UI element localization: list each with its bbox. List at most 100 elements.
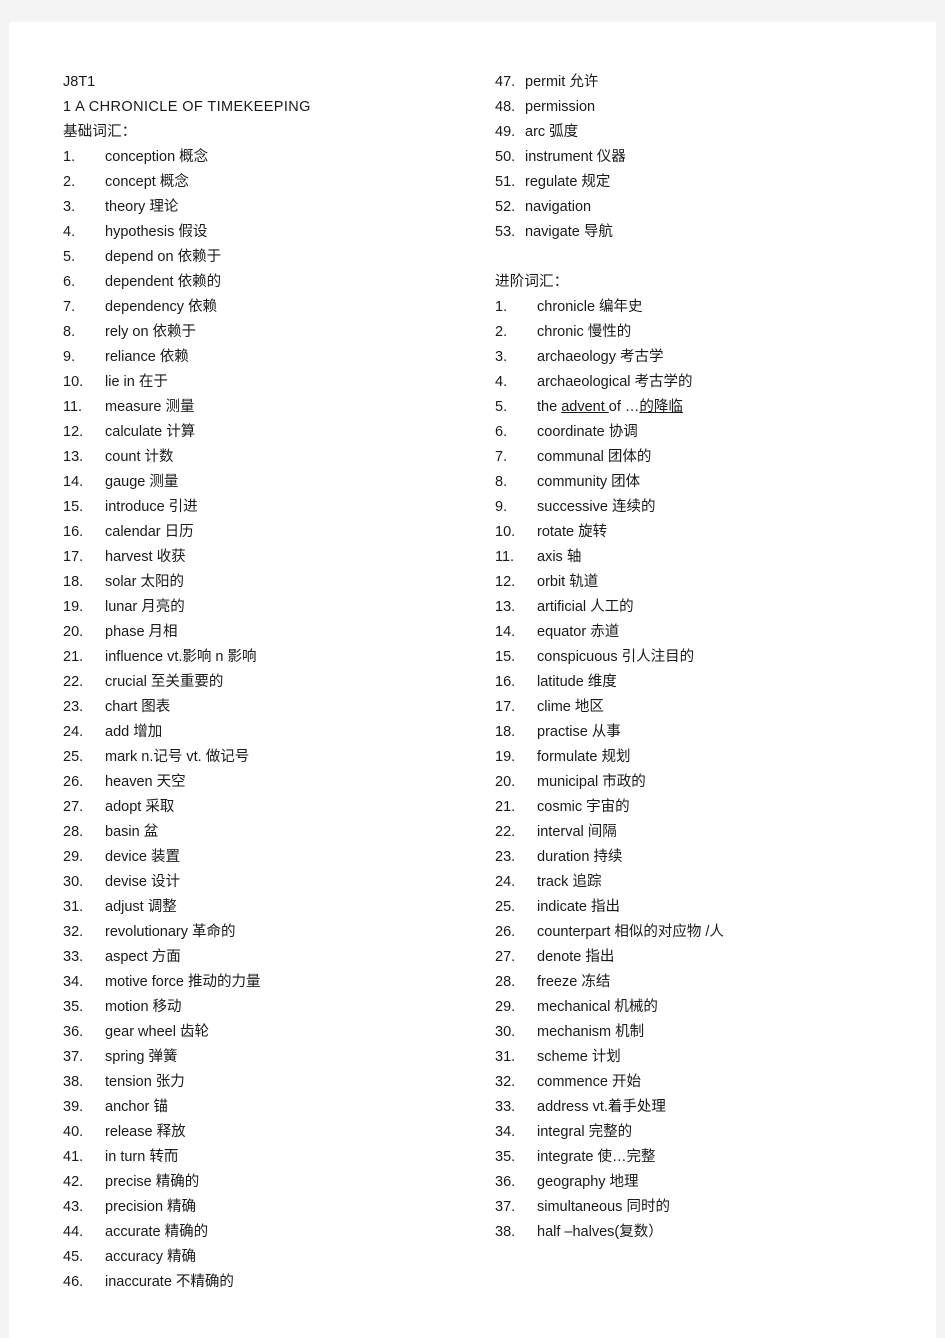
- vocabulary-entry: 28. basin 盆: [63, 820, 483, 845]
- vocabulary-entry: 14. gauge 测量: [63, 470, 483, 495]
- entry-text: archaeology 考古学: [537, 349, 664, 365]
- entry-number: 53.: [495, 224, 516, 240]
- vocabulary-entry: 48. permission: [495, 95, 915, 120]
- vocabulary-entry: 15. conspicuous 引人注目的: [495, 645, 915, 670]
- plain-text: the: [537, 399, 562, 415]
- vocabulary-entry: 36. gear wheel 齿轮: [63, 1020, 483, 1045]
- vocabulary-entry: 23. duration 持续: [495, 845, 915, 870]
- entry-text: navigate 导航: [525, 224, 613, 240]
- entry-text: aspect 方面: [105, 949, 181, 965]
- vocabulary-entry: 39. anchor 锚: [63, 1095, 483, 1120]
- entry-number: 20.: [495, 774, 516, 790]
- entry-number: 47.: [495, 74, 516, 90]
- entry-number: 14.: [63, 474, 84, 490]
- column-spacer: [495, 245, 915, 270]
- vocabulary-entry: 3. archaeology 考古学: [495, 345, 915, 370]
- entry-number: 8.: [63, 324, 76, 340]
- vocabulary-entry: 25. indicate 指出: [495, 895, 915, 920]
- entry-number: 34.: [63, 974, 84, 990]
- entry-number: 18.: [495, 724, 516, 740]
- vocabulary-entry: 31. scheme 计划: [495, 1045, 915, 1070]
- entry-number: 38.: [495, 1224, 516, 1240]
- entry-number: 41.: [63, 1149, 84, 1165]
- entry-text: denote 指出: [537, 949, 615, 965]
- entry-number: 5.: [495, 399, 508, 415]
- entry-number: 27.: [495, 949, 516, 965]
- vocabulary-entry: 7. dependency 依赖: [63, 295, 483, 320]
- vocabulary-entry: 11. axis 轴: [495, 545, 915, 570]
- entry-text: integrate 使…完整: [537, 1149, 656, 1165]
- vocabulary-entry: 5. depend on 依赖于: [63, 245, 483, 270]
- entry-number: 23.: [63, 699, 84, 715]
- entry-text: freeze 冻结: [537, 974, 611, 990]
- entry-number: 3.: [495, 349, 508, 365]
- entry-text: duration 持续: [537, 849, 623, 865]
- entry-text: gear wheel 齿轮: [105, 1024, 209, 1040]
- entry-text: scheme 计划: [537, 1049, 621, 1065]
- underlined-text: advent: [561, 399, 609, 415]
- entry-number: 9.: [63, 349, 76, 365]
- entry-text: calendar 日历: [105, 524, 194, 540]
- vocabulary-entry: 2. concept 概念: [63, 170, 483, 195]
- vocabulary-entry: 33. aspect 方面: [63, 945, 483, 970]
- entry-text: permission: [525, 99, 596, 115]
- entry-number: 32.: [63, 924, 84, 940]
- entry-number: 26.: [495, 924, 516, 940]
- vocabulary-entry: 30. devise 设计: [63, 870, 483, 895]
- entry-number: 3.: [63, 199, 76, 215]
- entry-text: community 团体: [537, 474, 641, 490]
- vocabulary-entry: 53. navigate 导航: [495, 220, 915, 245]
- entry-number: 30.: [63, 874, 84, 890]
- entry-text: mechanical 机械的: [537, 999, 658, 1015]
- vocabulary-entry: 16. calendar 日历: [63, 520, 483, 545]
- vocabulary-entry: 46. inaccurate 不精确的: [63, 1270, 483, 1295]
- entry-number: 40.: [63, 1124, 84, 1140]
- vocabulary-entry: 37. simultaneous 同时的: [495, 1195, 915, 1220]
- two-column-layout: J8T1 1 A CHRONICLE OF TIMEKEEPING 基础词汇： …: [9, 22, 936, 1338]
- entry-text: calculate 计算: [105, 424, 196, 440]
- vocabulary-entry: 2. chronic 慢性的: [495, 320, 915, 345]
- vocabulary-entry: 29. device 装置: [63, 845, 483, 870]
- entry-number: 13.: [63, 449, 84, 465]
- entry-number: 5.: [63, 249, 76, 265]
- entry-number: 17.: [63, 549, 84, 565]
- vocabulary-entry: 33. address vt.着手处理: [495, 1095, 915, 1120]
- entry-number: 49.: [495, 124, 516, 140]
- vocabulary-entry: 36. geography 地理: [495, 1170, 915, 1195]
- entry-text: adopt 采取: [105, 799, 175, 815]
- vocabulary-entry: 29. mechanical 机械的: [495, 995, 915, 1020]
- entry-text: hypothesis 假设: [105, 224, 208, 240]
- entry-text: conspicuous 引人注目的: [537, 649, 695, 665]
- vocabulary-entry: 50. instrument 仪器: [495, 145, 915, 170]
- entry-number: 51.: [495, 174, 516, 190]
- entry-number: 26.: [63, 774, 84, 790]
- entry-number: 19.: [63, 599, 84, 615]
- entry-number: 32.: [495, 1074, 516, 1090]
- entry-number: 9.: [495, 499, 508, 515]
- entry-text: simultaneous 同时的: [537, 1199, 670, 1215]
- entry-number: 35.: [495, 1149, 516, 1165]
- entry-text: half –halves(复数）: [537, 1224, 663, 1240]
- entry-number: 13.: [495, 599, 516, 615]
- entry-number: 33.: [63, 949, 84, 965]
- vocabulary-entry: 19. formulate 规划: [495, 745, 915, 770]
- entry-text: archaeological 考古学的: [537, 374, 693, 390]
- vocabulary-entry: 45. accuracy 精确: [63, 1245, 483, 1270]
- document-page: J8T1 1 A CHRONICLE OF TIMEKEEPING 基础词汇： …: [9, 22, 936, 1338]
- vocabulary-entry: 52. navigation: [495, 195, 915, 220]
- vocabulary-entry: 47. permit 允许: [495, 70, 915, 95]
- entry-text: instrument 仪器: [525, 149, 626, 165]
- entry-text: cosmic 宇宙的: [537, 799, 630, 815]
- entry-text: track 追踪: [537, 874, 602, 890]
- entry-number: 36.: [495, 1174, 516, 1190]
- entry-text: harvest 收获: [105, 549, 186, 565]
- entry-text: navigation: [525, 199, 592, 215]
- advanced-vocabulary-heading: 进阶词汇：: [495, 274, 569, 290]
- vocabulary-entry: 19. lunar 月亮的: [63, 595, 483, 620]
- entry-text: mark n.记号 vt. 做记号: [105, 749, 250, 765]
- entry-number: 10.: [495, 524, 516, 540]
- vocabulary-entry: 27. denote 指出: [495, 945, 915, 970]
- entry-text: influence vt.影响 n 影响: [105, 649, 257, 665]
- entry-number: 39.: [63, 1099, 84, 1115]
- vocabulary-entry: 32. revolutionary 革命的: [63, 920, 483, 945]
